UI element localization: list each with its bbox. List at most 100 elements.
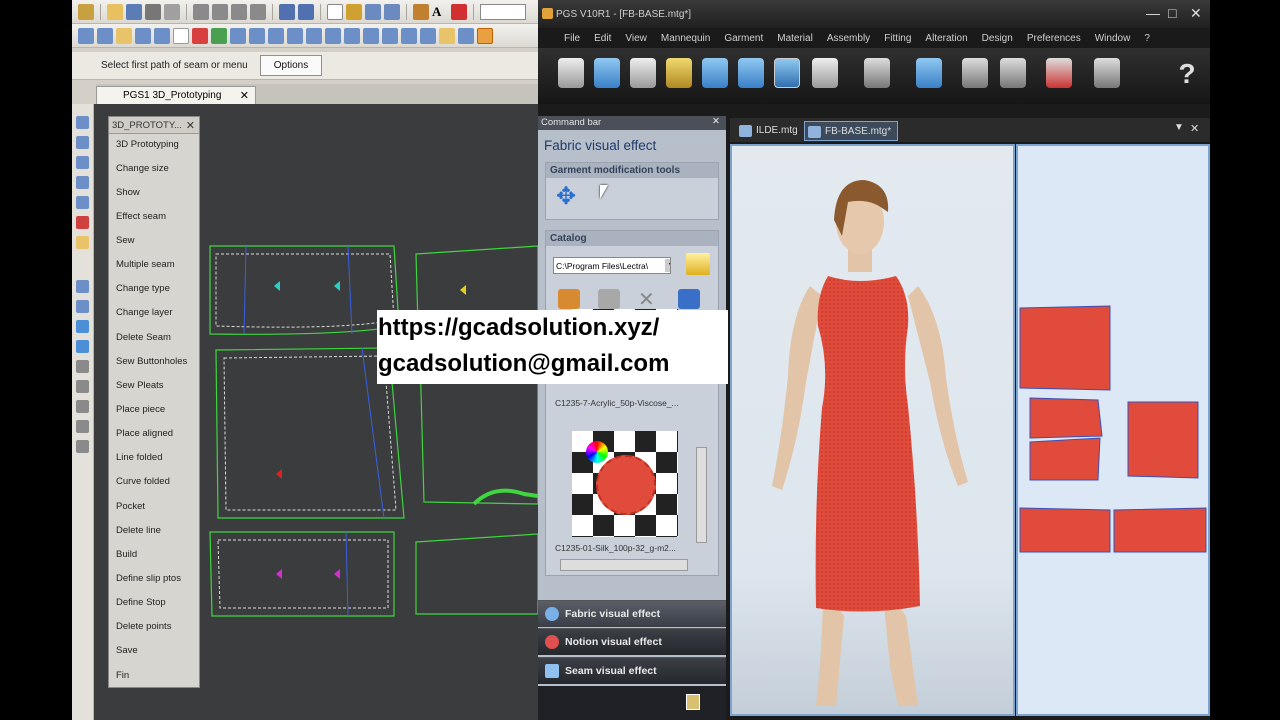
curve-icon[interactable]: [76, 360, 89, 373]
silhouette-icon[interactable]: [864, 58, 890, 88]
pattern-piece-back[interactable]: [1127, 401, 1199, 479]
chevron-down-icon[interactable]: ▼: [1174, 122, 1184, 133]
piece-tool-icon[interactable]: [344, 27, 360, 44]
menu-item[interactable]: Delete line: [116, 525, 161, 536]
tab-ilde[interactable]: ILDE.mtg: [736, 121, 800, 141]
pattern-piece[interactable]: [209, 245, 400, 335]
menu-item[interactable]: Sew Pleats: [116, 380, 164, 391]
color-wheel-icon[interactable]: [586, 441, 608, 463]
new-fabric-icon[interactable]: [558, 289, 580, 309]
help-icon[interactable]: ?: [1174, 58, 1200, 89]
pattern-piece-sleeve[interactable]: [1113, 507, 1207, 553]
options-button[interactable]: Options: [260, 55, 322, 76]
pattern-piece[interactable]: [215, 347, 405, 519]
menu-item[interactable]: Sew: [116, 235, 134, 246]
minimize-button[interactable]: —: [1146, 5, 1160, 21]
maximize-button[interactable]: □: [1168, 5, 1176, 21]
thread-spool-icon[interactable]: [666, 58, 692, 88]
move-arrows-icon[interactable]: ✥: [556, 185, 576, 209]
fit-garment-icon[interactable]: [738, 58, 764, 88]
2d-pattern-view[interactable]: [1016, 144, 1210, 716]
curve-icon[interactable]: [76, 400, 89, 413]
vertical-scrollbar[interactable]: [696, 447, 707, 543]
menu-assembly[interactable]: Assembly: [827, 33, 870, 44]
silhouette-blue-icon[interactable]: [916, 58, 942, 88]
menu-item[interactable]: Effect seam: [116, 211, 166, 222]
print-icon[interactable]: [145, 3, 161, 20]
rotate-icon[interactable]: [76, 340, 89, 353]
line-icon[interactable]: [279, 3, 295, 20]
fabric-swatch-selected[interactable]: [572, 431, 678, 537]
menu-item[interactable]: Multiple seam: [116, 259, 175, 270]
menu-preferences[interactable]: Preferences: [1027, 33, 1081, 44]
tab-fb-base[interactable]: FB-BASE.mtg*: [804, 121, 898, 141]
menu-help[interactable]: ?: [1144, 33, 1150, 44]
undo-icon[interactable]: [193, 3, 209, 20]
piece-tool-icon[interactable]: [439, 27, 455, 44]
measure-icon[interactable]: [298, 3, 314, 20]
piece-tool-icon[interactable]: [363, 27, 379, 44]
close-icon[interactable]: ✕: [240, 89, 249, 102]
open-folder-icon[interactable]: [107, 3, 123, 20]
piece-tool-icon[interactable]: [268, 27, 284, 44]
piece-tool-icon[interactable]: [135, 27, 151, 44]
menu-edit[interactable]: Edit: [594, 33, 611, 44]
piece-icon[interactable]: [76, 236, 89, 249]
arrow-up-icon[interactable]: [76, 300, 89, 313]
select-icon[interactable]: [78, 3, 94, 20]
menu-view[interactable]: View: [625, 33, 647, 44]
pattern-piece[interactable]: [209, 531, 395, 617]
fit-icon[interactable]: [76, 176, 89, 189]
fabric-roll-icon[interactable]: [630, 58, 656, 88]
pan-icon[interactable]: [76, 156, 89, 169]
measure-garment-icon[interactable]: [702, 58, 728, 88]
move-icon[interactable]: [76, 320, 89, 333]
piece-tool-icon[interactable]: [477, 27, 493, 44]
arrow-icon[interactable]: [384, 3, 400, 20]
piece-tool-icon[interactable]: [382, 27, 398, 44]
menu-item[interactable]: Pocket: [116, 501, 145, 512]
menu-item[interactable]: Place piece: [116, 404, 165, 415]
tools-icon[interactable]: [365, 3, 381, 20]
brush-icon[interactable]: [812, 58, 838, 88]
piece-tool-icon[interactable]: [192, 27, 208, 44]
piece-tool-icon[interactable]: [211, 27, 227, 44]
zoom-out-icon[interactable]: [76, 136, 89, 149]
curve-icon[interactable]: [76, 380, 89, 393]
menu-item[interactable]: Sew Buttonholes: [116, 356, 187, 367]
piece-tool-icon[interactable]: [249, 27, 265, 44]
piece-tool-icon[interactable]: [154, 27, 170, 44]
piece-tool-icon[interactable]: [401, 27, 417, 44]
layer-icon[interactable]: [76, 216, 89, 229]
piece-tool-icon[interactable]: [287, 27, 303, 44]
menu-item[interactable]: Place aligned: [116, 428, 173, 439]
save-icon[interactable]: [126, 3, 142, 20]
folder-icon[interactable]: [686, 253, 710, 275]
piece-tool-icon[interactable]: [306, 27, 322, 44]
menu-item[interactable]: Delete Seam: [116, 332, 171, 343]
arrow-right-icon[interactable]: [76, 280, 89, 293]
bulb-icon[interactable]: [686, 694, 700, 710]
mannequin-icon[interactable]: [558, 58, 584, 88]
pattern-piece[interactable]: [415, 533, 538, 615]
chevron-down-icon[interactable]: ▼: [665, 259, 670, 272]
menu-item[interactable]: Change layer: [116, 307, 173, 318]
curve-icon[interactable]: [76, 440, 89, 453]
frame-icon[interactable]: [327, 3, 343, 20]
catalog-path-select[interactable]: C:\Program Files\Lectra\ ▼: [553, 257, 671, 274]
menu-fitting[interactable]: Fitting: [884, 33, 911, 44]
properties-icon[interactable]: [164, 3, 180, 20]
piece-tool-icon[interactable]: [325, 27, 341, 44]
piece-tool-icon[interactable]: [230, 27, 246, 44]
fabric-visual-effect-button[interactable]: Fabric visual effect: [538, 600, 726, 627]
garment-icon[interactable]: [594, 58, 620, 88]
pencil-icon[interactable]: [413, 3, 429, 20]
layout-icon[interactable]: [1094, 58, 1120, 88]
menu-item[interactable]: Fin: [116, 670, 129, 681]
red-dress[interactable]: [815, 276, 920, 612]
close-icon[interactable]: ✕: [1190, 122, 1199, 135]
pattern-piece[interactable]: [1029, 437, 1101, 481]
save-icon[interactable]: [678, 289, 700, 309]
menu-mannequin[interactable]: Mannequin: [661, 33, 710, 44]
menu-item[interactable]: Change size: [116, 163, 169, 174]
